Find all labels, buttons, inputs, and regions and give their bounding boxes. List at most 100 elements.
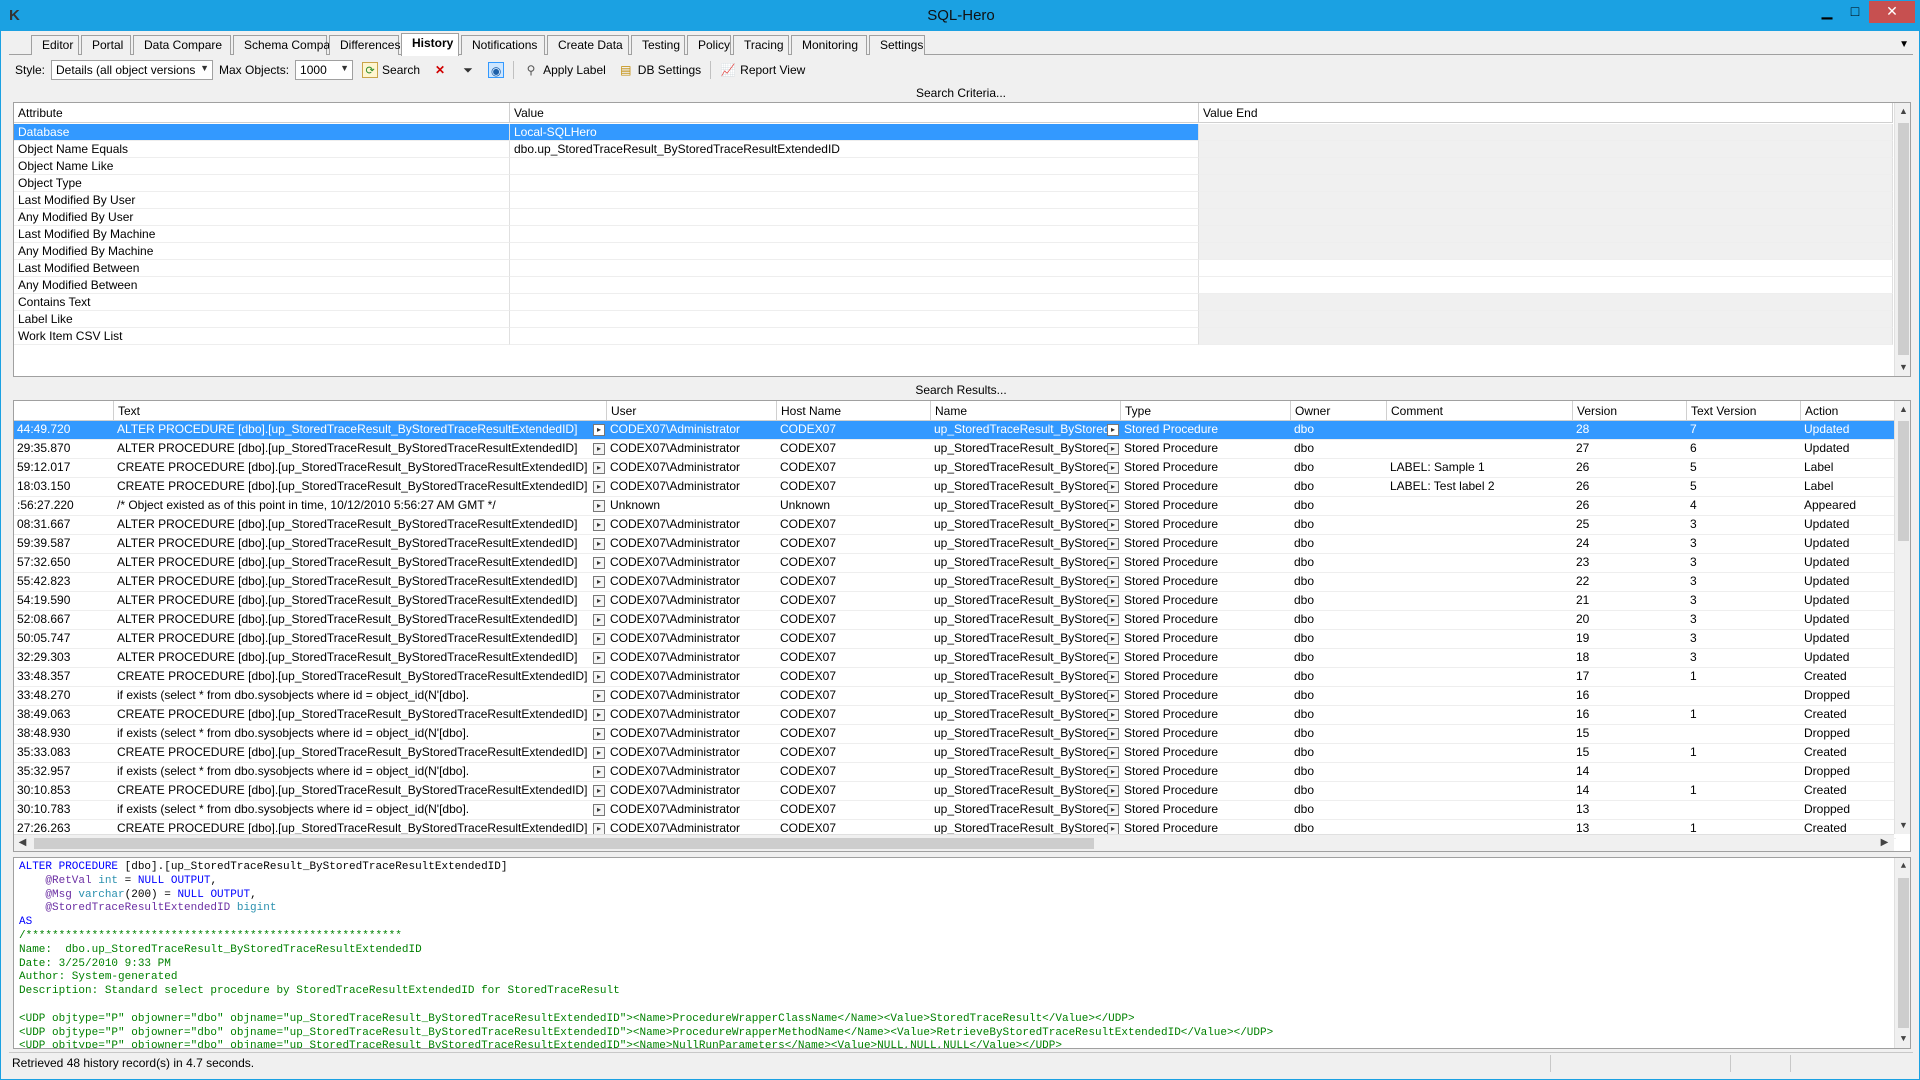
criteria-row[interactable]: Any Modified By User <box>14 209 1893 226</box>
open-text-icon[interactable]: ▸ <box>1107 500 1119 512</box>
open-text-icon[interactable]: ▸ <box>593 804 605 816</box>
scroll-down-icon[interactable]: ▼ <box>1895 817 1910 834</box>
criteria-value[interactable] <box>510 175 1199 192</box>
open-text-icon[interactable]: ▸ <box>1107 766 1119 778</box>
open-text-icon[interactable]: ▸ <box>593 728 605 740</box>
criteria-row[interactable]: Last Modified By User <box>14 192 1893 209</box>
criteria-value-end[interactable] <box>1199 328 1893 345</box>
table-row[interactable]: 35:33.083 CREATE PROCEDURE [dbo].[up_Stor… <box>14 744 1896 763</box>
results-header-name[interactable]: Name <box>931 401 1121 421</box>
clear-criteria-button[interactable]: ✕ <box>429 60 451 80</box>
criteria-value-end[interactable] <box>1199 124 1893 141</box>
code-vertical-scrollbar[interactable]: ▲ ▼ <box>1894 858 1910 1048</box>
search-results-caption[interactable]: Search Results... <box>9 381 1913 399</box>
open-text-icon[interactable]: ▸ <box>593 462 605 474</box>
tab-testing[interactable]: Testing <box>631 35 685 55</box>
criteria-row[interactable]: Label Like <box>14 311 1893 328</box>
criteria-value[interactable] <box>510 277 1199 294</box>
table-row[interactable]: 08:31.667 ALTER PROCEDURE [dbo].[up_Store… <box>14 516 1896 535</box>
criteria-value[interactable] <box>510 328 1199 345</box>
criteria-value-end[interactable] <box>1199 175 1893 192</box>
open-text-icon[interactable]: ▸ <box>1107 481 1119 493</box>
criteria-row[interactable]: Last Modified By Machine <box>14 226 1893 243</box>
criteria-header-value-end[interactable]: Value End <box>1199 103 1893 123</box>
open-text-icon[interactable]: ▸ <box>1107 519 1119 531</box>
criteria-value-end[interactable] <box>1199 192 1893 209</box>
table-row[interactable]: 52:08.667 ALTER PROCEDURE [dbo].[up_Store… <box>14 611 1896 630</box>
tab-data-compare[interactable]: Data Compare <box>133 35 231 55</box>
open-text-icon[interactable]: ▸ <box>1107 538 1119 550</box>
maximize-button[interactable]: □ <box>1841 1 1869 23</box>
scroll-down-icon[interactable]: ▼ <box>1895 359 1910 376</box>
scroll-down-icon[interactable]: ▼ <box>1895 1031 1910 1048</box>
db-settings-button[interactable]: ▤ DB Settings <box>615 60 704 80</box>
table-row[interactable]: 32:29.303 ALTER PROCEDURE [dbo].[up_Store… <box>14 649 1896 668</box>
open-text-icon[interactable]: ▸ <box>593 614 605 626</box>
tab-portal[interactable]: Portal <box>81 35 131 55</box>
results-header-version[interactable]: Version <box>1573 401 1687 421</box>
table-row[interactable]: 38:48.930 if exists (select * from dbo.sy… <box>14 725 1896 744</box>
table-row[interactable]: :56:27.220 /* Object existed as of this p… <box>14 497 1896 516</box>
criteria-value[interactable] <box>510 158 1199 175</box>
criteria-value-end[interactable] <box>1199 311 1893 328</box>
open-text-icon[interactable]: ▸ <box>1107 709 1119 721</box>
open-text-icon[interactable]: ▸ <box>1107 671 1119 683</box>
criteria-value-end[interactable] <box>1199 260 1893 277</box>
results-header-host-name[interactable]: Host Name <box>777 401 931 421</box>
criteria-header-value[interactable]: Value <box>510 103 1199 123</box>
open-text-icon[interactable]: ▸ <box>593 500 605 512</box>
criteria-vertical-scrollbar[interactable]: ▲ ▼ <box>1894 103 1910 376</box>
criteria-row[interactable]: Work Item CSV List <box>14 328 1893 345</box>
criteria-value[interactable] <box>510 192 1199 209</box>
scrollbar-thumb[interactable] <box>1898 878 1909 1028</box>
criteria-value[interactable] <box>510 311 1199 328</box>
results-header-action[interactable]: Action <box>1801 401 1896 421</box>
open-text-icon[interactable]: ▸ <box>1107 443 1119 455</box>
criteria-value[interactable] <box>510 260 1199 277</box>
tab-policy[interactable]: Policy <box>687 35 731 55</box>
tab-editor[interactable]: Editor <box>31 35 79 55</box>
open-text-icon[interactable]: ▸ <box>593 538 605 550</box>
criteria-row[interactable]: Object Name Like <box>14 158 1893 175</box>
criteria-value-end[interactable] <box>1199 141 1893 158</box>
scrollbar-thumb[interactable] <box>1898 421 1909 541</box>
results-header-text[interactable]: Text <box>114 401 607 421</box>
results-header-comment[interactable]: Comment <box>1387 401 1573 421</box>
open-text-icon[interactable]: ▸ <box>593 633 605 645</box>
open-text-icon[interactable]: ▸ <box>1107 652 1119 664</box>
criteria-row[interactable]: Database Local-SQLHero <box>14 124 1893 141</box>
open-text-icon[interactable]: ▸ <box>593 481 605 493</box>
scroll-up-icon[interactable]: ▲ <box>1895 103 1910 120</box>
results-horizontal-scrollbar[interactable]: ◀ ▶ <box>14 834 1894 851</box>
tab-history[interactable]: History <box>401 33 459 56</box>
open-text-icon[interactable]: ▸ <box>1107 804 1119 816</box>
criteria-row[interactable]: Object Name Equals dbo.up_StoredTraceResu… <box>14 141 1893 158</box>
open-text-icon[interactable]: ▸ <box>1107 633 1119 645</box>
results-vertical-scrollbar[interactable]: ▲ ▼ <box>1894 401 1910 834</box>
tab-differences[interactable]: Differences <box>329 35 400 55</box>
criteria-value-end[interactable] <box>1199 294 1893 311</box>
tab-schema-compare[interactable]: Schema Compare <box>233 35 341 55</box>
search-button[interactable]: ⟳ Search <box>359 60 423 80</box>
table-row[interactable]: 38:49.063 CREATE PROCEDURE [dbo].[up_Stor… <box>14 706 1896 725</box>
open-text-icon[interactable]: ▸ <box>593 595 605 607</box>
tab-settings[interactable]: Settings <box>869 35 925 55</box>
table-row[interactable]: 50:05.747 ALTER PROCEDURE [dbo].[up_Store… <box>14 630 1896 649</box>
max-objects-select[interactable]: 1000 ▼ <box>295 60 354 80</box>
scrollbar-thumb[interactable] <box>34 838 1094 849</box>
criteria-value[interactable] <box>510 209 1199 226</box>
open-text-icon[interactable]: ▸ <box>1107 785 1119 797</box>
criteria-header-attribute[interactable]: Attribute <box>14 103 510 123</box>
style-select[interactable]: Details (all object versions ▼ <box>51 60 214 80</box>
apply-label-button[interactable]: ⚲ Apply Label <box>520 60 609 80</box>
results-header-type[interactable]: Type <box>1121 401 1291 421</box>
criteria-value-end[interactable] <box>1199 158 1893 175</box>
tab-tracing[interactable]: Tracing <box>733 35 789 55</box>
scroll-up-icon[interactable]: ▲ <box>1895 401 1910 418</box>
criteria-value[interactable]: Local-SQLHero <box>510 124 1199 141</box>
tab-monitoring[interactable]: Monitoring <box>791 35 867 55</box>
open-text-icon[interactable]: ▸ <box>1107 462 1119 474</box>
open-text-icon[interactable]: ▸ <box>1107 747 1119 759</box>
open-text-icon[interactable]: ▸ <box>593 690 605 702</box>
open-text-icon[interactable]: ▸ <box>593 766 605 778</box>
